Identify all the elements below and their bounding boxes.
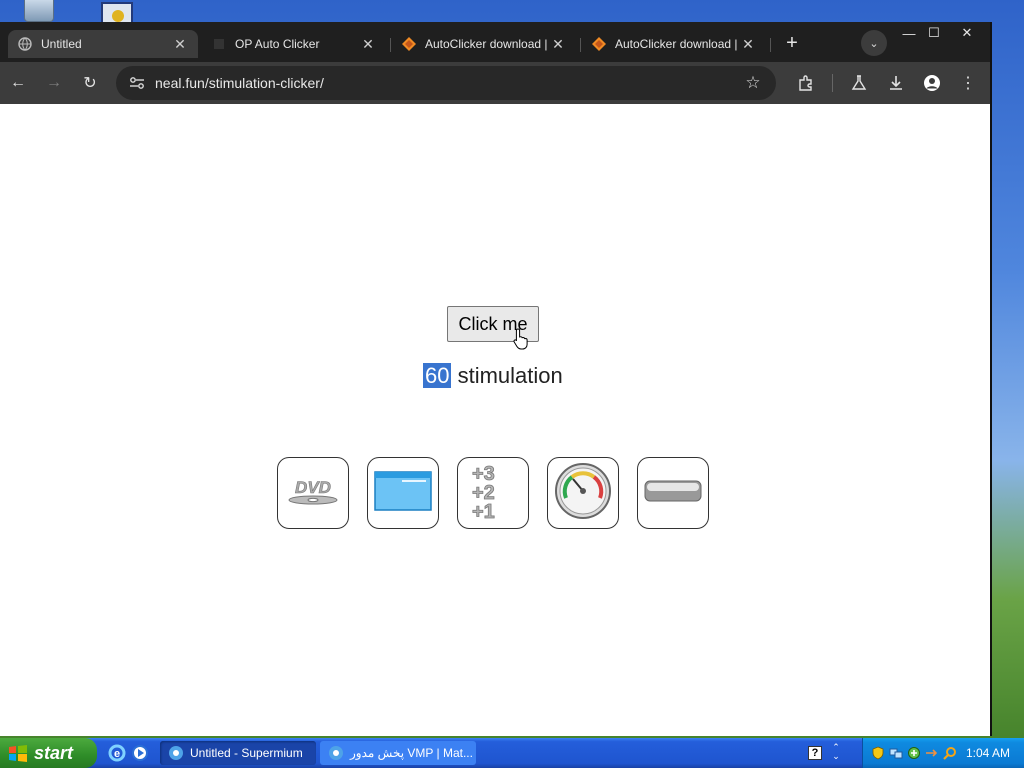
- labs-flask-icon[interactable]: [845, 69, 873, 97]
- tab-title: AutoClicker download | S: [615, 37, 740, 51]
- profile-icon[interactable]: [918, 69, 946, 97]
- dvd-logo-icon: DVD: [285, 476, 341, 511]
- diamond-icon: [402, 37, 416, 51]
- taskbar: start e Untitled - Supermium پخش مدور VM…: [0, 738, 1024, 768]
- task-vmp[interactable]: پخش مدور VMP | Mat...: [320, 741, 476, 765]
- tab-strip: Untitled ✕ OP Auto Clicker ✕ AutoClicker…: [0, 22, 990, 62]
- hand-cursor-icon: [513, 328, 531, 355]
- internet-explorer-icon[interactable]: e: [108, 744, 126, 762]
- tab-separator: [390, 38, 391, 52]
- menu-icon[interactable]: ⋮: [954, 69, 982, 97]
- update-icon[interactable]: [907, 746, 921, 760]
- counter-value: 60: [423, 363, 452, 388]
- close-tab-icon[interactable]: ✕: [550, 36, 566, 53]
- new-tab-button[interactable]: +: [780, 32, 804, 56]
- tab-untitled[interactable]: Untitled ✕: [8, 30, 198, 58]
- tab-op-auto-clicker[interactable]: OP Auto Clicker ✕: [202, 30, 386, 58]
- close-tab-icon[interactable]: ✕: [740, 36, 756, 53]
- recycle-bin-icon[interactable]: [24, 0, 54, 22]
- page-icon: [212, 37, 226, 51]
- back-icon[interactable]: ←: [4, 69, 32, 97]
- tab-separator: [770, 38, 771, 52]
- application-icon[interactable]: [101, 2, 133, 24]
- toolbar-divider: [832, 74, 833, 92]
- search-icon[interactable]: [943, 746, 957, 760]
- url-text: neal.fun/stimulation-clicker/: [155, 75, 324, 91]
- tab-title: Untitled: [41, 37, 82, 51]
- speedometer-icon: [554, 462, 612, 525]
- tab-separator: [580, 38, 581, 52]
- close-tab-icon[interactable]: ✕: [172, 36, 188, 53]
- chevron-down-icon[interactable]: ⌄: [861, 30, 887, 56]
- close-window-icon[interactable]: ✕: [951, 22, 983, 44]
- bookmark-star-icon[interactable]: ☆: [740, 70, 766, 96]
- browser-window: Untitled ✕ OP Auto Clicker ✕ AutoClicker…: [0, 22, 992, 736]
- svg-text:+1: +1: [472, 501, 495, 521]
- maximize-icon[interactable]: ☐: [918, 22, 950, 44]
- windows-logo-icon: [8, 744, 28, 762]
- supermium-icon: [328, 745, 344, 761]
- start-button[interactable]: start: [0, 738, 97, 768]
- network-icon[interactable]: [889, 746, 903, 760]
- clock: 1:04 AM: [965, 746, 1010, 760]
- svg-text:DVD: DVD: [295, 478, 331, 497]
- stimulation-counter: 60 stimulation: [423, 363, 563, 389]
- security-shield-icon[interactable]: [871, 746, 885, 760]
- counter-unit: stimulation: [457, 363, 563, 388]
- system-tray: 1:04 AM: [862, 738, 1024, 768]
- pill-button-icon: [643, 478, 703, 509]
- globe-icon: [18, 37, 32, 51]
- tab-autoclicker-download-2[interactable]: AutoClicker download | S ✕: [582, 30, 766, 58]
- plus-counter-icon: +3 +2 +1: [468, 461, 518, 526]
- diamond-icon: [592, 37, 606, 51]
- close-tab-icon[interactable]: ✕: [360, 36, 376, 53]
- tab-title: AutoClicker download | S: [425, 37, 550, 51]
- dvd-upgrade-button[interactable]: DVD: [277, 457, 349, 529]
- arrows-icon[interactable]: [925, 746, 939, 760]
- download-icon[interactable]: [882, 69, 910, 97]
- media-player-icon[interactable]: [131, 744, 149, 762]
- language-bar-icon[interactable]: ⌃ ⌄: [830, 743, 842, 763]
- window-upgrade-button[interactable]: [367, 457, 439, 529]
- help-icon[interactable]: ?: [808, 746, 822, 760]
- forward-icon[interactable]: →: [40, 69, 68, 97]
- pill-upgrade-button[interactable]: [637, 457, 709, 529]
- task-label: Untitled - Supermium: [190, 746, 303, 760]
- task-untitled-supermium[interactable]: Untitled - Supermium: [160, 741, 316, 765]
- task-label: پخش مدور VMP | Mat...: [350, 746, 473, 760]
- site-settings-icon[interactable]: [124, 70, 150, 96]
- supermium-icon: [168, 745, 184, 761]
- svg-text:e: e: [114, 748, 120, 760]
- reload-icon[interactable]: ↻: [76, 69, 104, 97]
- toolbar: ← → ↻ neal.fun/stimulation-clicker/ ☆ ⋮: [0, 62, 990, 104]
- tab-autoclicker-download-1[interactable]: AutoClicker download | S ✕: [392, 30, 576, 58]
- address-bar[interactable]: neal.fun/stimulation-clicker/ ☆: [116, 66, 776, 100]
- page-content: Click me 60 stimulation DVD +3 +2 +1: [0, 104, 990, 736]
- tab-title: OP Auto Clicker: [235, 37, 320, 51]
- start-label: start: [34, 742, 74, 763]
- extensions-icon[interactable]: [792, 69, 820, 97]
- counter-upgrade-button[interactable]: +3 +2 +1: [457, 457, 529, 529]
- gauge-upgrade-button[interactable]: [547, 457, 619, 529]
- blue-screen-icon: [374, 470, 432, 516]
